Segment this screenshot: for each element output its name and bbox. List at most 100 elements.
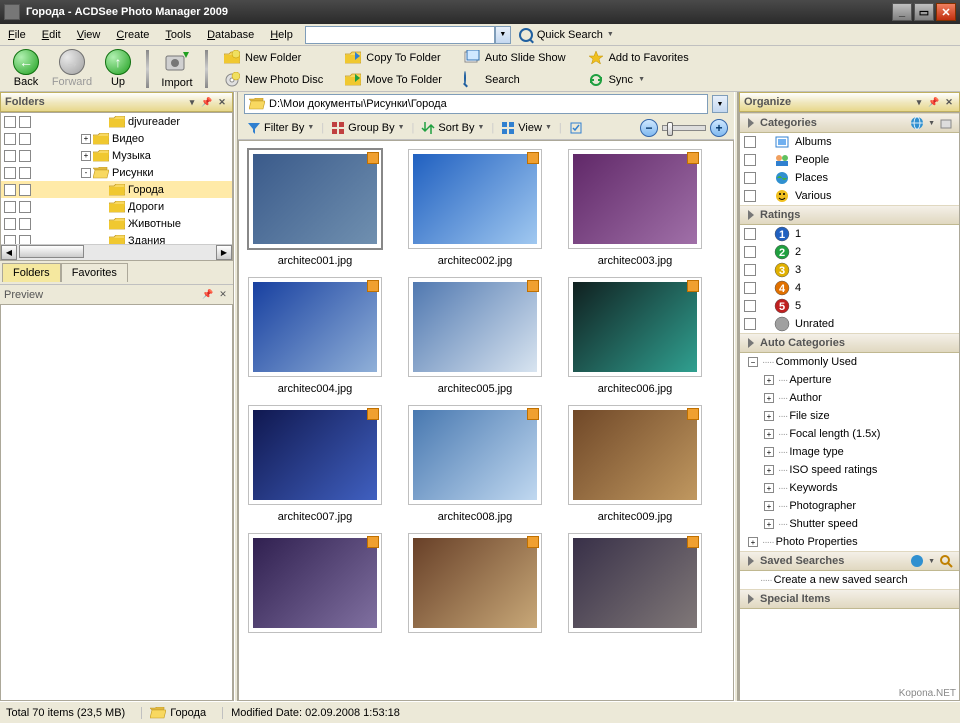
organize-menu-icon[interactable]: ▾ xyxy=(913,96,925,108)
folders-hscrollbar[interactable]: ◀ ▶ xyxy=(1,244,232,260)
thumbnail[interactable]: architec004.jpg xyxy=(245,277,385,395)
rating-item[interactable]: 11 xyxy=(740,225,959,243)
select-button[interactable] xyxy=(566,120,586,136)
category-item[interactable]: Various xyxy=(740,187,959,205)
auto-category-item[interactable]: +····Image type xyxy=(740,443,959,461)
move-to-folder-button[interactable]: Move To Folder xyxy=(345,71,442,89)
auto-category-item[interactable]: +····Photographer xyxy=(740,497,959,515)
auto-slide-show-button[interactable]: Auto Slide Show xyxy=(464,49,566,67)
auto-category-item[interactable]: +····File size xyxy=(740,407,959,425)
copy-to-folder-button[interactable]: Copy To Folder xyxy=(345,49,442,67)
organize-pin-icon[interactable]: 📌 xyxy=(928,96,940,108)
sync-button[interactable]: Sync ▼ xyxy=(588,71,689,89)
category-icon xyxy=(774,134,790,150)
thumbnail[interactable]: architec005.jpg xyxy=(405,277,545,395)
globe-icon[interactable] xyxy=(910,554,924,568)
up-button[interactable]: ↑ Up xyxy=(96,49,140,88)
thumbnail[interactable] xyxy=(405,533,545,639)
thumbnail[interactable]: architec009.jpg xyxy=(565,405,705,523)
thumbnail-area[interactable]: architec001.jpgarchitec002.jpgarchitec00… xyxy=(238,140,734,701)
preview-pin-icon[interactable]: 📌 xyxy=(202,289,214,301)
folders-tree[interactable]: djvureader+Видео+Музыка-РисункиГородаДор… xyxy=(0,112,233,261)
menu-view[interactable]: View xyxy=(69,27,109,43)
menu-create[interactable]: Create xyxy=(108,27,157,43)
menu-help[interactable]: Help xyxy=(262,27,301,43)
rating-item[interactable]: Unrated xyxy=(740,315,959,333)
category-item[interactable]: Places xyxy=(740,169,959,187)
view-button[interactable]: View▼ xyxy=(498,120,555,136)
thumbnail[interactable]: architec002.jpg xyxy=(405,149,545,267)
tree-item[interactable]: +Видео xyxy=(1,130,232,147)
auto-category-item[interactable]: +····Focal length (1.5x) xyxy=(740,425,959,443)
tree-item[interactable]: djvureader xyxy=(1,113,232,130)
thumbnail[interactable]: architec008.jpg xyxy=(405,405,545,523)
search-button[interactable]: Search xyxy=(464,71,566,89)
maximize-button[interactable]: ▭ xyxy=(914,3,934,21)
category-item[interactable]: People xyxy=(740,151,959,169)
category-item[interactable]: Albums xyxy=(740,133,959,151)
thumbnail[interactable]: architec007.jpg xyxy=(245,405,385,523)
new-photo-disc-button[interactable]: New Photo Disc xyxy=(224,71,323,89)
special-items-header[interactable]: Special Items xyxy=(740,589,959,609)
rating-item[interactable]: 33 xyxy=(740,261,959,279)
tree-item[interactable]: Животные xyxy=(1,215,232,232)
auto-category-item[interactable]: +····Keywords xyxy=(740,479,959,497)
zoom-out-button[interactable]: − xyxy=(640,119,658,137)
thumbnail[interactable]: architec006.jpg xyxy=(565,277,705,395)
group-by-button[interactable]: Group By▼ xyxy=(328,120,407,136)
path-input[interactable]: D:\Мои документы\Рисунки\Города xyxy=(244,94,708,114)
zoom-slider[interactable] xyxy=(662,125,706,131)
zoom-in-button[interactable]: + xyxy=(710,119,728,137)
auto-extra[interactable]: +····· Photo Properties xyxy=(740,533,959,551)
auto-category-item[interactable]: +····Author xyxy=(740,389,959,407)
thumbnail[interactable] xyxy=(565,533,705,639)
tree-item[interactable]: -Рисунки xyxy=(1,164,232,181)
minimize-button[interactable]: _ xyxy=(892,3,912,21)
tree-item[interactable]: +Музыка xyxy=(1,147,232,164)
back-button[interactable]: ← Back xyxy=(4,49,48,88)
auto-category-item[interactable]: +····ISO speed ratings xyxy=(740,461,959,479)
menu-tools[interactable]: Tools xyxy=(157,27,199,43)
rating-item[interactable]: 55 xyxy=(740,297,959,315)
globe-icon[interactable] xyxy=(910,116,924,130)
thumbnail[interactable] xyxy=(245,533,385,639)
sort-by-button[interactable]: Sort By▼ xyxy=(418,120,487,136)
quick-search-button[interactable]: Quick Search ▼ xyxy=(519,28,614,42)
import-button[interactable]: Import xyxy=(155,48,199,89)
rating-item[interactable]: 44 xyxy=(740,279,959,297)
filter-by-button[interactable]: Filter By▼ xyxy=(244,120,317,136)
categories-header[interactable]: Categories ▼ xyxy=(740,113,959,133)
add-to-favorites-button[interactable]: Add to Favorites xyxy=(588,49,689,67)
auto-root[interactable]: −····· Commonly Used xyxy=(740,353,959,371)
folders-menu-icon[interactable]: ▾ xyxy=(186,96,198,108)
menu-search-input[interactable] xyxy=(305,26,495,44)
tree-item[interactable]: Города xyxy=(1,181,232,198)
new-search-icon[interactable] xyxy=(939,554,953,568)
new-category-icon[interactable] xyxy=(939,116,953,130)
ratings-header[interactable]: Ratings xyxy=(740,205,959,225)
preview-close-icon[interactable]: ✕ xyxy=(217,289,229,301)
tab-favorites[interactable]: Favorites xyxy=(61,263,128,282)
auto-category-item[interactable]: +····Aperture xyxy=(740,371,959,389)
auto-categories-header[interactable]: Auto Categories xyxy=(740,333,959,353)
tree-item[interactable]: Здания xyxy=(1,232,232,244)
close-button[interactable]: ✕ xyxy=(936,3,956,21)
menu-edit[interactable]: Edit xyxy=(34,27,69,43)
auto-category-item[interactable]: +····Shutter speed xyxy=(740,515,959,533)
menu-file[interactable]: File xyxy=(0,27,34,43)
tree-item[interactable]: Дороги xyxy=(1,198,232,215)
organize-close-icon[interactable]: ✕ xyxy=(943,96,955,108)
folders-pin-icon[interactable]: 📌 xyxy=(201,96,213,108)
thumbnail[interactable]: architec001.jpg xyxy=(245,149,385,267)
type-badge xyxy=(367,536,379,548)
thumbnail[interactable]: architec003.jpg xyxy=(565,149,705,267)
folders-close-icon[interactable]: ✕ xyxy=(216,96,228,108)
rating-item[interactable]: 22 xyxy=(740,243,959,261)
menu-database[interactable]: Database xyxy=(199,27,262,43)
saved-searches-header[interactable]: Saved Searches ▼ xyxy=(740,551,959,571)
create-saved-search[interactable]: ····· Create a new saved search xyxy=(740,571,959,589)
new-folder-button[interactable]: New Folder xyxy=(224,49,323,67)
path-dropdown[interactable]: ▼ xyxy=(712,95,728,113)
tab-folders[interactable]: Folders xyxy=(2,263,61,282)
menu-search-dropdown[interactable]: ▼ xyxy=(495,26,511,44)
